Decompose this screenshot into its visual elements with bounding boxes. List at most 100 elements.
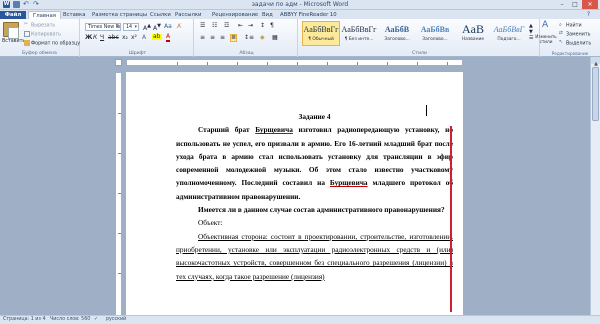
language[interactable]: русский <box>106 316 126 324</box>
paste-button[interactable]: Вставить <box>2 39 25 44</box>
bullets-icon[interactable]: ☰ <box>200 22 205 29</box>
copy-icon <box>24 31 30 37</box>
tab-insert[interactable]: Вставка <box>63 11 85 19</box>
horizontal-ruler[interactable] <box>126 59 463 66</box>
highlight-icon[interactable]: ab <box>152 34 162 40</box>
decrease-indent-icon[interactable]: ⇤ <box>238 22 243 29</box>
strikethrough-icon[interactable]: abc <box>108 34 119 41</box>
ruler-tick <box>267 62 268 65</box>
cut-button[interactable]: ✂ Вырезать <box>24 22 55 29</box>
ruler-tick <box>417 62 418 65</box>
paragraph-task: Старший брат Бурщевича изготовил радиопе… <box>176 125 454 201</box>
tab-file[interactable]: Файл <box>0 11 26 19</box>
align-left-icon[interactable]: ≡ <box>200 34 205 41</box>
ruler-tick <box>387 62 388 65</box>
styles-group: АаБбВвГг ¶ Обычный АаБбВвГг ¶ Без инте..… <box>300 19 540 57</box>
ruler-tick <box>207 62 208 65</box>
replace-button[interactable]: ⇄ Заменить <box>559 31 590 38</box>
tab-mailings[interactable]: Рассылки <box>175 11 201 19</box>
ruler-tick <box>118 153 121 154</box>
ruler-tick <box>118 273 121 274</box>
tab-abbyy[interactable]: ABBYY FineReader 10 <box>280 11 337 19</box>
font-name-select[interactable]: Times New Ro <box>85 23 121 31</box>
sort-icon[interactable]: ↕ <box>260 22 265 29</box>
title-bar: W ↶ ↷ задачи по адм - Microsoft Word – □… <box>0 0 600 10</box>
ruler-tick <box>177 62 178 65</box>
change-styles-button[interactable]: Изменить стили <box>534 34 558 44</box>
borders-icon[interactable]: ▦ <box>272 34 278 41</box>
bold-icon[interactable]: Ж <box>85 34 92 41</box>
show-marks-icon[interactable]: ¶ <box>270 22 274 29</box>
font-group: Times New Ro 14 A▲ A▼ Aa A̸ Ж К Ч abc x₂… <box>82 19 194 57</box>
justify-icon[interactable]: ≣ <box>230 34 238 42</box>
paragraph-group-label: Абзац <box>239 51 254 56</box>
clear-format-icon[interactable]: A̸ <box>177 23 181 30</box>
page-count[interactable]: Страница: 1 из 4 <box>3 316 46 324</box>
font-color-icon[interactable]: A <box>166 34 171 42</box>
minimize-button[interactable]: – <box>556 0 568 9</box>
style-title[interactable]: AaB Название <box>454 21 492 46</box>
scissors-icon: ✂ <box>24 22 29 27</box>
align-center-icon[interactable]: ≡ <box>210 34 215 41</box>
style-heading-1[interactable]: АаБбВ Заголово... <box>378 21 416 46</box>
text-effects-icon[interactable]: A <box>142 34 146 41</box>
style-subtitle[interactable]: АаБбВвГ Подзаго... <box>492 21 526 46</box>
find-button[interactable]: ⌕ Найти <box>559 22 582 29</box>
scroll-thumb[interactable] <box>592 67 599 121</box>
underline-icon[interactable]: Ч <box>100 34 104 41</box>
ruler-tick <box>237 62 238 65</box>
line-spacing-icon[interactable]: ↕≡ <box>244 34 254 41</box>
ruler-tick <box>447 62 448 65</box>
italic-icon[interactable]: К <box>93 34 97 41</box>
increase-indent-icon[interactable]: ⇥ <box>248 22 253 29</box>
change-styles-icon[interactable]: A <box>542 20 548 30</box>
subscript-icon[interactable]: x₂ <box>122 34 128 41</box>
font-group-label: Шрифт <box>128 51 147 56</box>
window-title: задачи по адм - Microsoft Word <box>251 1 349 8</box>
vertical-ruler[interactable] <box>115 72 122 316</box>
paragraph-group: ☰ ☷ ☲ ⇤ ⇥ ↕ ¶ ≡ ≡ ≡ ≣ ↕≡ ◆ ▦ Абзац <box>196 19 298 57</box>
tab-view[interactable]: Вид <box>262 11 273 19</box>
tab-references[interactable]: Ссылки <box>150 11 171 19</box>
align-right-icon[interactable]: ≡ <box>220 34 225 41</box>
misspelled-word: Бурщевича <box>329 178 368 188</box>
document-page[interactable]: Задание 4 Старший брат Бурщевича изготов… <box>126 72 463 316</box>
shading-icon[interactable]: ◆ <box>260 34 265 41</box>
styles-scroll-icon[interactable]: ▲ ▼ ☰ <box>529 23 533 41</box>
tab-selector[interactable] <box>115 59 122 66</box>
font-size-select[interactable]: 14 <box>123 23 139 31</box>
ribbon-tabs: Файл Главная Вставка Разметка страницы С… <box>0 10 600 20</box>
word-count[interactable]: Число слов: 560 <box>50 316 90 324</box>
format-painter-button[interactable]: Формат по образцу <box>24 40 80 47</box>
copy-button[interactable]: Копировать <box>24 31 61 38</box>
document-body[interactable]: Задание 4 Старший брат Бурщевича изготов… <box>176 110 453 283</box>
styles-group-label: Стили <box>412 51 427 56</box>
multilevel-list-icon[interactable]: ☲ <box>224 22 229 29</box>
select-button[interactable]: ↖ Выделить <box>559 40 591 47</box>
help-icon[interactable]: ? <box>587 11 590 18</box>
ribbon: Вставить ✂ Вырезать Копировать Формат по … <box>0 19 600 57</box>
change-case-icon[interactable]: Aa <box>164 23 172 30</box>
tab-review[interactable]: Рецензирование <box>212 11 258 19</box>
maximize-button[interactable]: □ <box>569 0 581 9</box>
style-no-spacing[interactable]: АаБбВвГг ¶ Без инте... <box>340 21 378 46</box>
spellcheck-icon[interactable]: ✓ <box>94 316 98 324</box>
paragraph-object: Объект: <box>198 218 223 228</box>
ruler-tick <box>357 62 358 65</box>
paste-icon[interactable] <box>3 22 19 39</box>
superscript-icon[interactable]: x² <box>131 34 137 41</box>
paragraph-objective-side: Объективная сторона: состоит в проектиро… <box>176 231 453 281</box>
grow-font-icon[interactable]: A▲ <box>143 23 151 32</box>
ruler-tick <box>297 62 298 65</box>
shrink-font-icon[interactable]: A▼ <box>153 23 161 32</box>
editing-group-label: Редактирование <box>551 51 589 56</box>
close-button[interactable]: ✕ <box>582 0 598 9</box>
vertical-scrollbar[interactable]: ▲ <box>590 57 600 315</box>
select-icon: ↖ <box>559 40 564 45</box>
style-normal[interactable]: АаБбВвГг ¶ Обычный <box>302 21 340 46</box>
numbering-icon[interactable]: ☷ <box>212 22 217 29</box>
clipboard-group-label: Буфер обмена <box>22 51 57 56</box>
tab-page-layout[interactable]: Разметка страницы <box>92 11 147 19</box>
style-heading-2[interactable]: АаБбВв Заголово... <box>416 21 454 46</box>
misspelled-word: Бурщевича <box>255 125 293 135</box>
